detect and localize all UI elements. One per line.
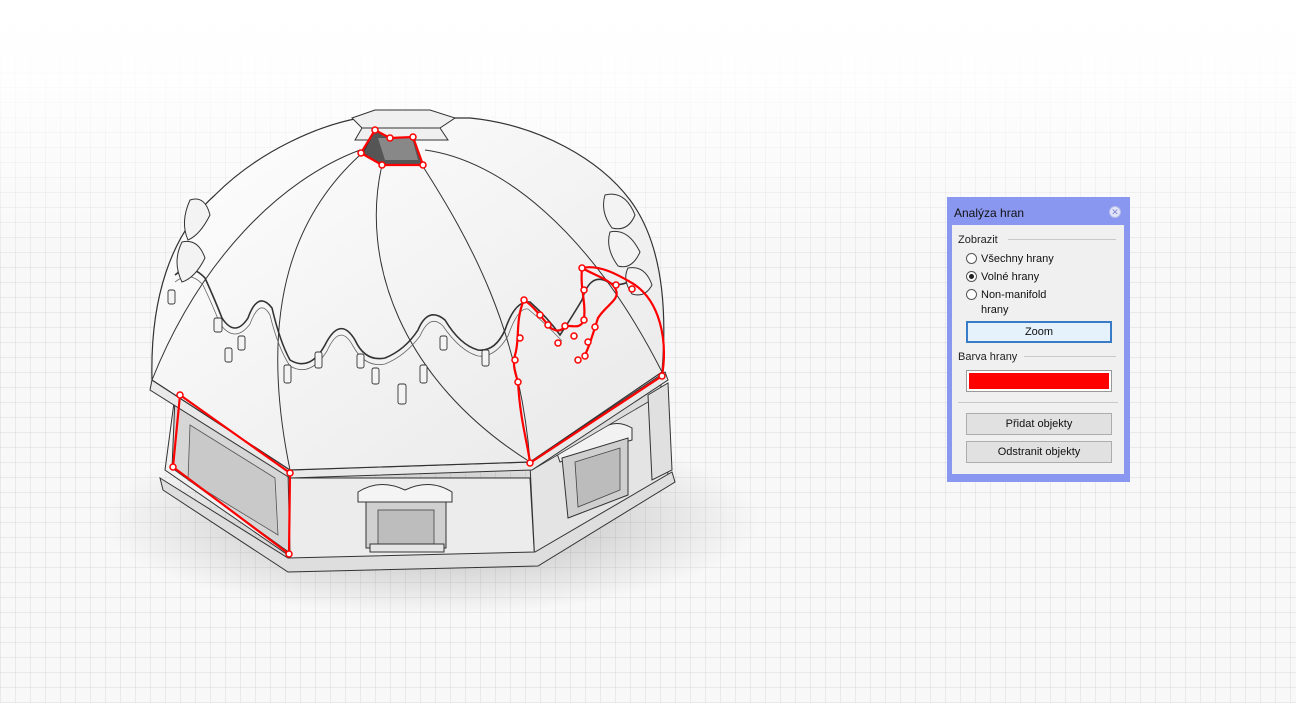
zoom-button[interactable]: Zoom — [966, 321, 1112, 343]
edge-color-label: Barva hrany — [958, 351, 1018, 363]
edge-color-divider — [1024, 356, 1116, 357]
edge-color-swatch[interactable] — [966, 370, 1112, 392]
dome — [151, 117, 665, 471]
radio-naked-edges-label: Volné hrany — [981, 271, 1040, 283]
lantern — [351, 109, 457, 141]
radio-non-manifold-circle[interactable] — [966, 289, 977, 300]
edge-analysis-panel[interactable]: Analýza hran ✕ Zobrazit Všechny hrany Vo… — [947, 197, 1130, 482]
panel-title: Analýza hran — [954, 206, 1025, 220]
radio-all-edges-label: Všechny hrany — [981, 253, 1054, 265]
show-group-label: Zobrazit — [958, 234, 998, 246]
panel-body: Zobrazit Všechny hrany Volné hrany Non-m… — [952, 225, 1124, 474]
buttons-divider — [958, 402, 1118, 403]
close-icon[interactable]: ✕ — [1109, 206, 1121, 218]
edge-color-fill — [969, 373, 1109, 389]
radio-non-manifold-label: Non-manifold — [981, 289, 1047, 301]
radio-non-manifold-label-line2: hrany — [981, 304, 1009, 316]
add-objects-button[interactable]: Přidat objekty — [966, 413, 1112, 435]
show-group-divider — [1008, 239, 1116, 240]
radio-all-edges-circle[interactable] — [966, 253, 977, 264]
front-window — [357, 484, 453, 553]
radio-naked-edges-circle[interactable] — [966, 271, 977, 282]
right-side-pillar — [647, 382, 673, 481]
remove-objects-button[interactable]: Odstranit objekty — [966, 441, 1112, 463]
